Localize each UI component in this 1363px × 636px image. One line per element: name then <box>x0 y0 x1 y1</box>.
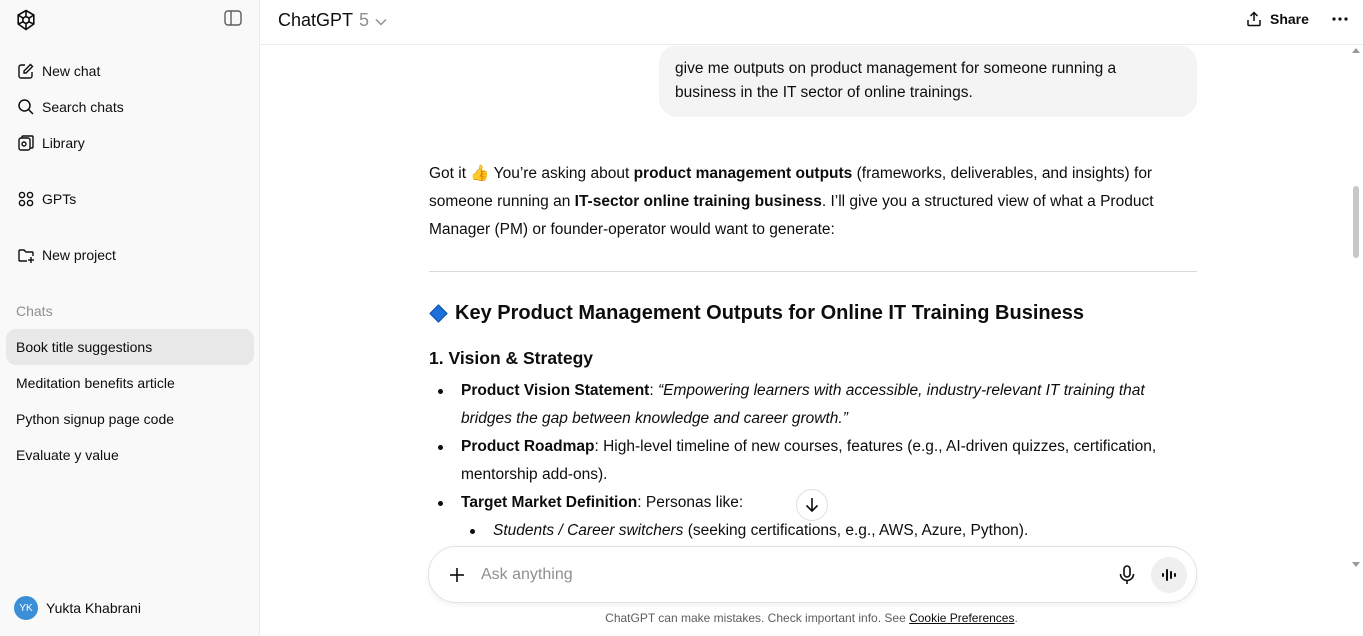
chat-item-label: Book title suggestions <box>16 339 153 355</box>
sidebar: New chat Search chats Library GPTs New p… <box>0 0 260 636</box>
search-icon <box>16 97 36 117</box>
library-icon <box>16 133 36 153</box>
list-item-text: (seeking certifications, e.g., AWS, Azur… <box>683 522 1029 539</box>
sidebar-item-label: New project <box>42 247 116 263</box>
list-item-italic: Students / Career switchers <box>493 522 684 539</box>
chat-item-label: Evaluate y value <box>16 447 119 463</box>
voice-waveform-icon <box>1162 569 1176 581</box>
user-message: give me outputs on product management fo… <box>659 46 1197 117</box>
share-label: Share <box>1270 11 1309 27</box>
sidebar-item-new-chat[interactable]: New chat <box>6 53 254 89</box>
heading-text: Key Product Management Outputs for Onlin… <box>455 302 1084 324</box>
pencil-square-icon <box>16 61 36 81</box>
list-item-label: Product Roadmap <box>461 438 595 455</box>
intro-text: Got it 👍 You’re asking about <box>429 165 634 182</box>
disclaimer-end: . <box>1014 611 1018 625</box>
divider <box>429 271 1197 272</box>
share-icon <box>1247 11 1261 27</box>
chats-section-label: Chats <box>16 303 53 319</box>
intro-bold: IT-sector online training business <box>574 193 822 210</box>
blue-diamond-icon <box>429 304 448 323</box>
scroll-to-bottom-button[interactable] <box>796 489 828 521</box>
user-profile[interactable]: YK Yukta Khabrani <box>14 596 141 620</box>
list-item: Product Vision Statement: “Empowering le… <box>429 377 1199 433</box>
user-name: Yukta Khabrani <box>46 600 141 616</box>
sidebar-item-label: Search chats <box>42 99 124 115</box>
sidebar-item-gpts[interactable]: GPTs <box>6 181 254 217</box>
composer <box>428 546 1197 603</box>
sidebar-item-library[interactable]: Library <box>6 125 254 161</box>
chat-item-evaluate-y-value[interactable]: Evaluate y value <box>6 437 254 473</box>
prompt-input[interactable] <box>481 561 1081 589</box>
list-item-label: Product Vision Statement <box>461 382 650 399</box>
list-item-label: Target Market Definition <box>461 494 638 511</box>
intro-bold: product management outputs <box>633 165 853 182</box>
section-heading: Key Product Management Outputs for Onlin… <box>429 302 1084 325</box>
chat-item-python-signup-page-code[interactable]: Python signup page code <box>6 401 254 437</box>
sidebar-item-label: New chat <box>42 63 101 79</box>
list-item-text: : <box>649 382 658 399</box>
chat-item-label: Python signup page code <box>16 411 175 427</box>
sidebar-item-label: GPTs <box>42 191 77 207</box>
avatar: YK <box>14 596 38 620</box>
model-selector[interactable]: ChatGPT 5 <box>278 10 387 31</box>
model-name: ChatGPT <box>278 10 354 30</box>
more-options-icon[interactable] <box>1330 12 1350 26</box>
assistant-intro: Got it 👍 You’re asking about product man… <box>429 160 1199 244</box>
subheading: 1. Vision & Strategy <box>429 348 594 368</box>
sidebar-item-search-chats[interactable]: Search chats <box>6 89 254 125</box>
arrow-down-icon <box>805 498 819 513</box>
scroll-up-arrow[interactable] <box>1352 48 1360 53</box>
disclaimer: ChatGPT can make mistakes. Check importa… <box>260 611 1363 625</box>
microphone-icon[interactable] <box>1115 563 1139 587</box>
plus-icon[interactable] <box>445 563 469 587</box>
sidebar-toggle-icon[interactable] <box>224 10 244 28</box>
chat-item-label: Meditation benefits article <box>16 375 175 391</box>
openai-logo-icon[interactable] <box>14 8 38 32</box>
chat-item-book-title-suggestions[interactable]: Book title suggestions <box>6 329 254 365</box>
sidebar-item-new-project[interactable]: New project <box>6 237 254 273</box>
grid-icon <box>16 189 36 209</box>
share-button[interactable]: Share <box>1246 8 1309 30</box>
sub-list-item: Students / Career switchers (seeking cer… <box>429 517 1199 545</box>
scrollbar-thumb[interactable] <box>1353 186 1359 258</box>
scroll-down-arrow[interactable] <box>1352 562 1360 567</box>
disclaimer-text: ChatGPT can make mistakes. Check importa… <box>605 611 910 625</box>
header: ChatGPT 5 Share <box>260 0 1363 45</box>
list-item-text: : Personas like: <box>637 494 744 511</box>
voice-mode-button[interactable] <box>1151 557 1187 593</box>
chevron-down-icon <box>375 10 387 31</box>
chat-item-meditation-benefits-article[interactable]: Meditation benefits article <box>6 365 254 401</box>
folder-plus-icon <box>16 245 36 265</box>
sidebar-item-label: Library <box>42 135 85 151</box>
cookie-preferences-link[interactable]: Cookie Preferences <box>909 611 1014 625</box>
model-version: 5 <box>359 10 370 30</box>
list-item: Product Roadmap: High-level timeline of … <box>429 433 1199 489</box>
